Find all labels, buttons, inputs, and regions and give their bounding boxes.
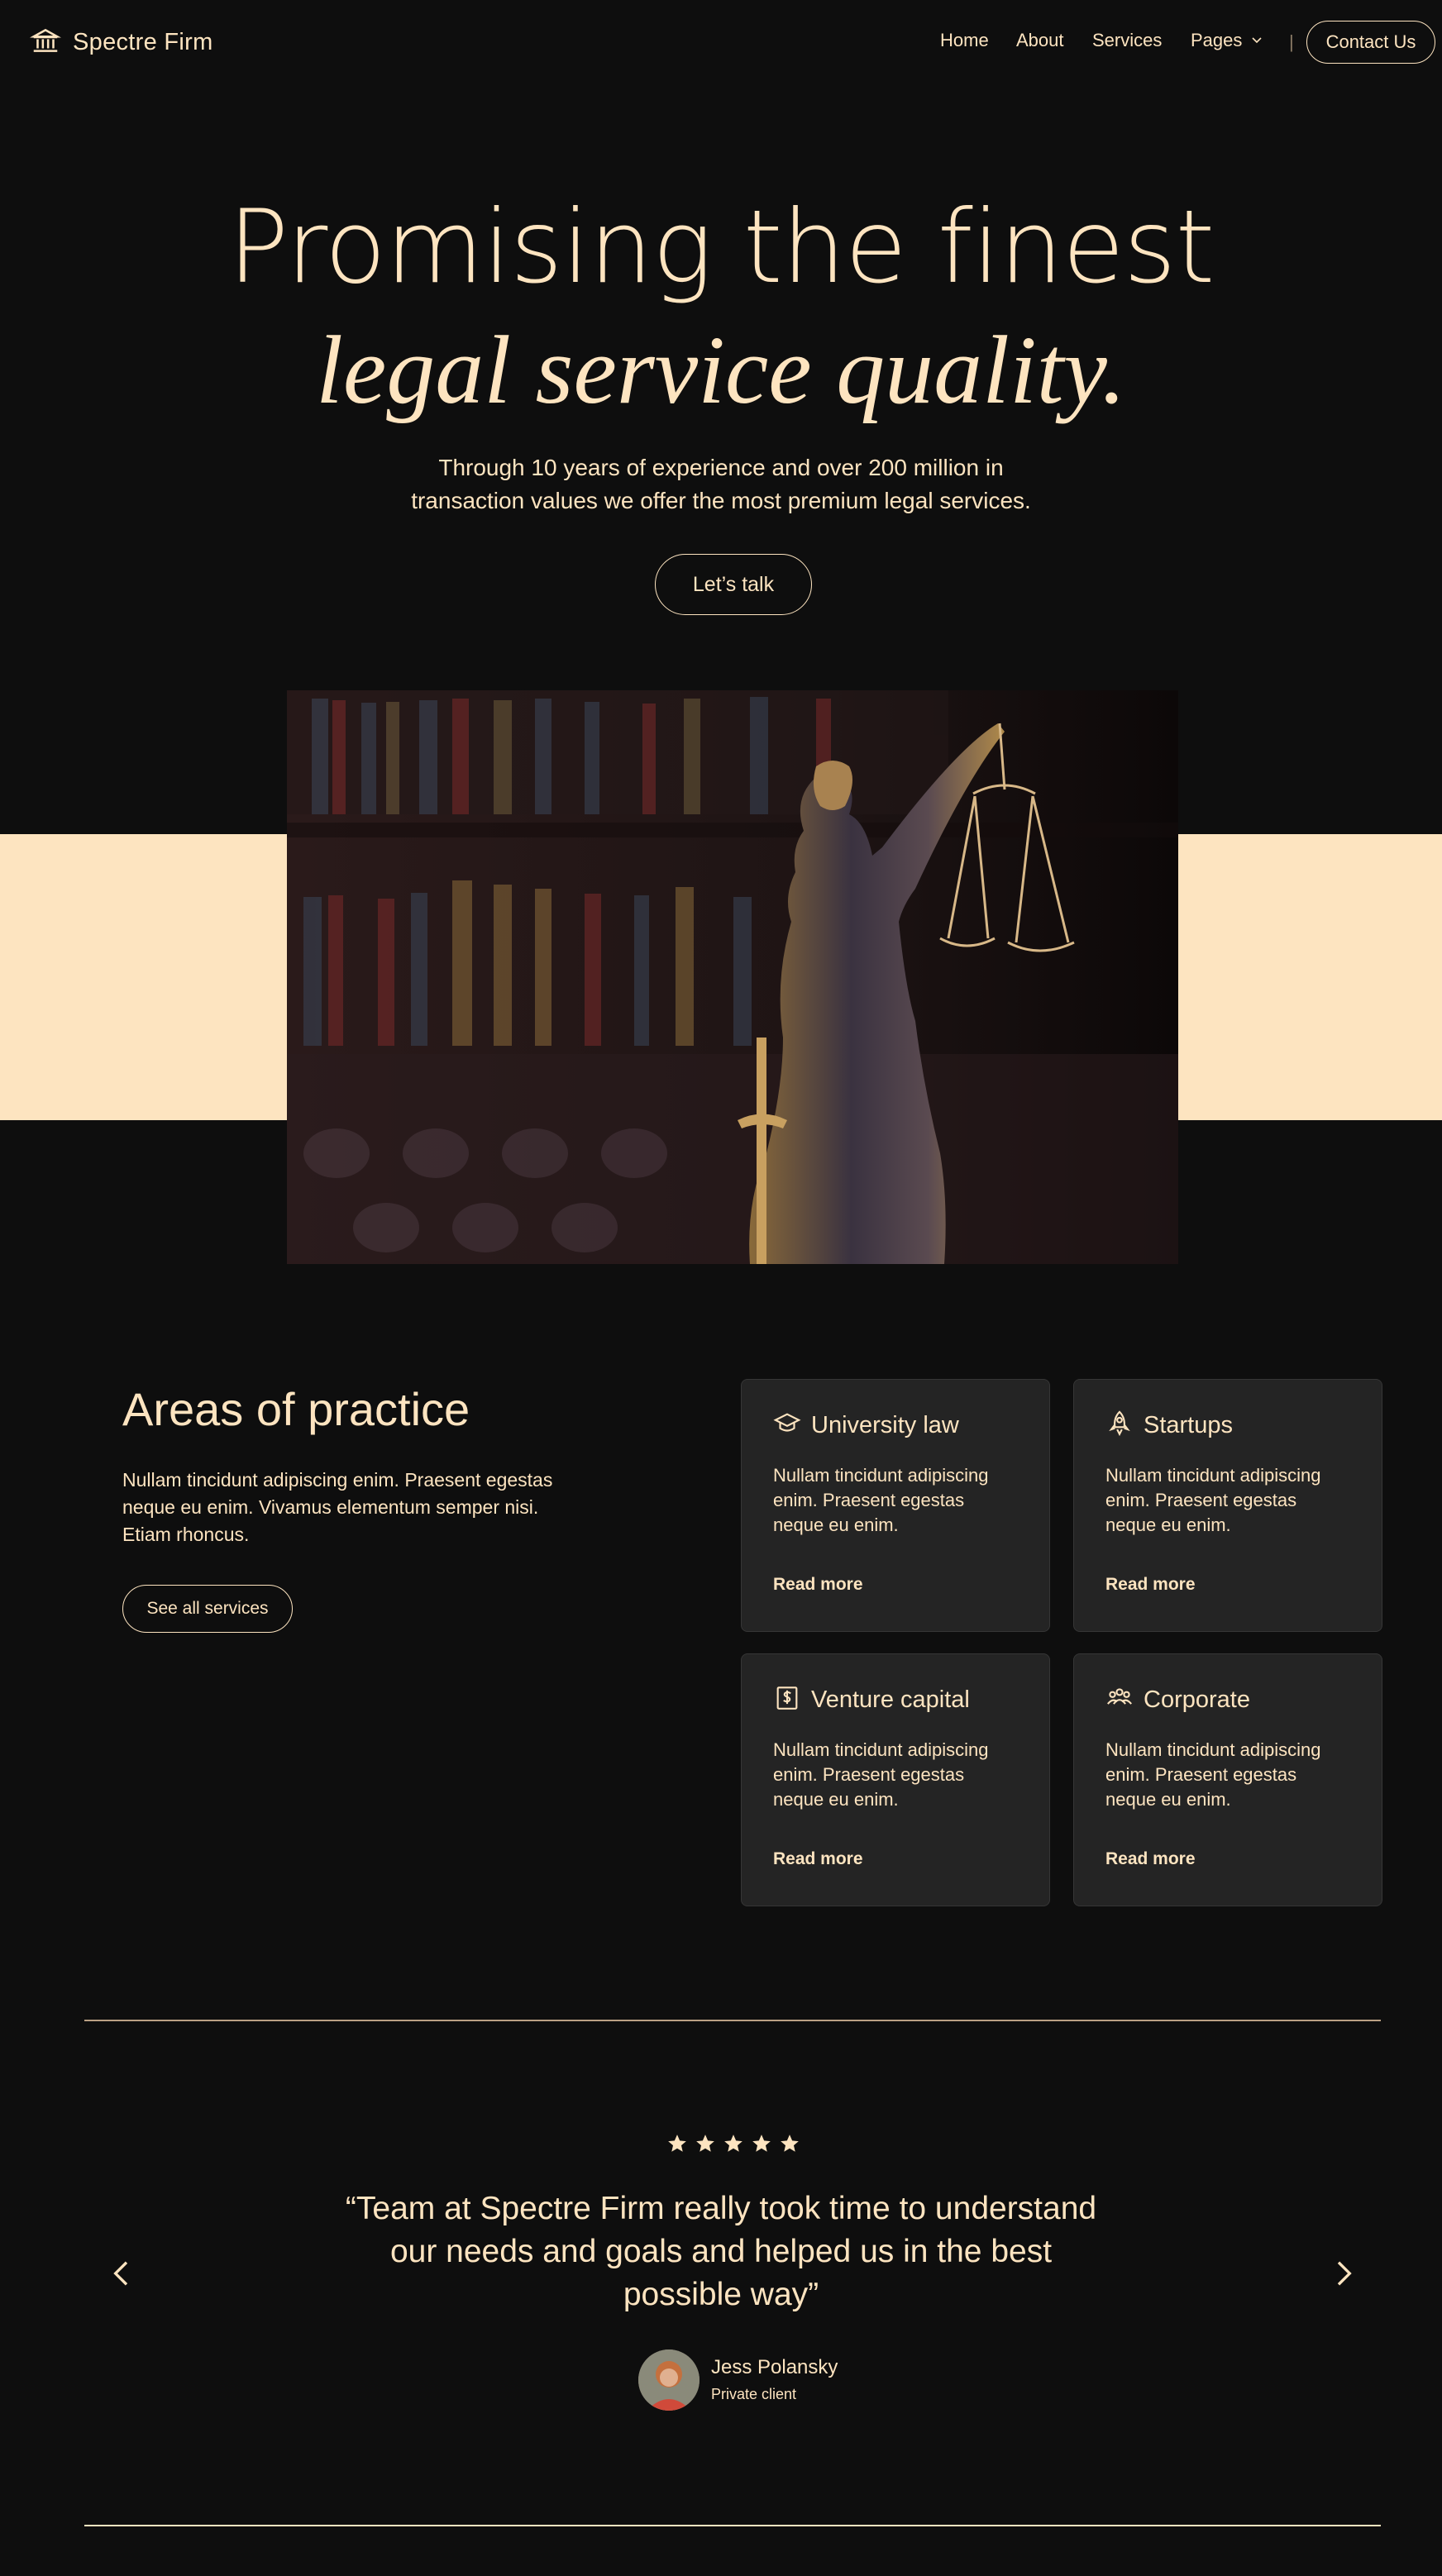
card-text: Nullam tincidunt adipiscing enim. Praese… <box>773 1739 989 1810</box>
read-more-link[interactable]: Read more <box>1105 1575 1196 1595</box>
card-title: University law <box>811 1412 959 1438</box>
section-divider-bottom <box>84 2525 1381 2526</box>
section-divider-top <box>84 2020 1381 2021</box>
brand-logo[interactable]: Spectre Firm <box>29 25 213 60</box>
nav-home-link[interactable]: Home <box>940 30 989 51</box>
practice-card-venture-capital[interactable]: Venture capital Nullam tincidunt adipisc… <box>741 1653 1050 1906</box>
next-testimonial-button[interactable] <box>1326 2257 1359 2290</box>
nav-separator: | <box>1289 31 1294 52</box>
practice-card-corporate[interactable]: Corporate Nullam tincidunt adipiscing en… <box>1073 1653 1382 1906</box>
rating-stars <box>666 2133 800 2159</box>
card-title: Corporate <box>1144 1686 1250 1713</box>
hero-subtitle-line2: transaction values we offer the most pre… <box>411 488 1031 513</box>
top-navigation: Spectre Firm Home About Services Pages |… <box>0 0 1442 84</box>
bank-icon <box>29 25 62 60</box>
lady-justice-image <box>287 690 1178 1264</box>
star-icon <box>723 2133 744 2159</box>
nav-pages-dropdown[interactable]: Pages <box>1191 30 1263 51</box>
card-text: Nullam tincidunt adipiscing enim. Praese… <box>773 1465 989 1535</box>
graduation-cap-icon <box>773 1410 801 1442</box>
quote-line2: our needs and goals and helped us in the… <box>389 2234 1053 2269</box>
hero-title-line1: Promising the finest <box>227 188 1215 306</box>
read-more-link[interactable]: Read more <box>773 1575 863 1595</box>
chevron-right-icon <box>1326 2261 1359 2293</box>
avatar <box>638 2349 700 2411</box>
hero-subtitle: Through 10 years of experience and over … <box>390 451 1052 518</box>
nav-pages-label: Pages <box>1191 30 1243 50</box>
nav-about-link[interactable]: About <box>1016 30 1064 51</box>
practice-card-startups[interactable]: Startups Nullam tincidunt adipiscing eni… <box>1073 1379 1382 1632</box>
star-icon <box>779 2133 800 2159</box>
author-role: Private client <box>711 2386 797 2402</box>
brand-name: Spectre Firm <box>73 29 213 55</box>
testimonial-quote: “Team at Spectre Firm really took time t… <box>341 2187 1101 2316</box>
star-icon <box>695 2133 716 2159</box>
star-icon <box>751 2133 772 2159</box>
hero-subtitle-line1: Through 10 years of experience and over … <box>438 455 1004 480</box>
read-more-link[interactable]: Read more <box>773 1849 863 1869</box>
card-title: Startups <box>1144 1412 1233 1438</box>
nav-services-link[interactable]: Services <box>1092 30 1162 51</box>
contact-us-button[interactable]: Contact Us <box>1306 21 1435 64</box>
read-more-link[interactable]: Read more <box>1105 1849 1196 1869</box>
rocket-icon <box>1105 1410 1134 1442</box>
card-text: Nullam tincidunt adipiscing enim. Praese… <box>1105 1739 1321 1810</box>
quote-line3: possible way” <box>623 2277 819 2312</box>
users-icon <box>1105 1684 1134 1716</box>
lets-talk-button[interactable]: Let’s talk <box>655 554 812 615</box>
card-title: Venture capital <box>811 1686 970 1713</box>
chevron-left-icon <box>106 2261 139 2293</box>
see-all-services-button[interactable]: See all services <box>122 1585 293 1633</box>
quote-line1: “Team at Spectre Firm really took time t… <box>345 2191 1097 2226</box>
author-name: Jess Polansky <box>711 2356 838 2378</box>
chevron-down-icon <box>1250 30 1263 51</box>
areas-title: Areas of practice <box>122 1383 470 1435</box>
practice-card-university-law[interactable]: University law Nullam tincidunt adipisci… <box>741 1379 1050 1632</box>
previous-testimonial-button[interactable] <box>106 2257 139 2290</box>
star-icon <box>666 2133 688 2159</box>
hero-title-line2: legal service quality. <box>316 316 1126 424</box>
card-text: Nullam tincidunt adipiscing enim. Praese… <box>1105 1465 1321 1535</box>
areas-description: Nullam tincidunt adipiscing enim. Praese… <box>122 1469 553 1545</box>
dollar-icon <box>773 1684 801 1716</box>
